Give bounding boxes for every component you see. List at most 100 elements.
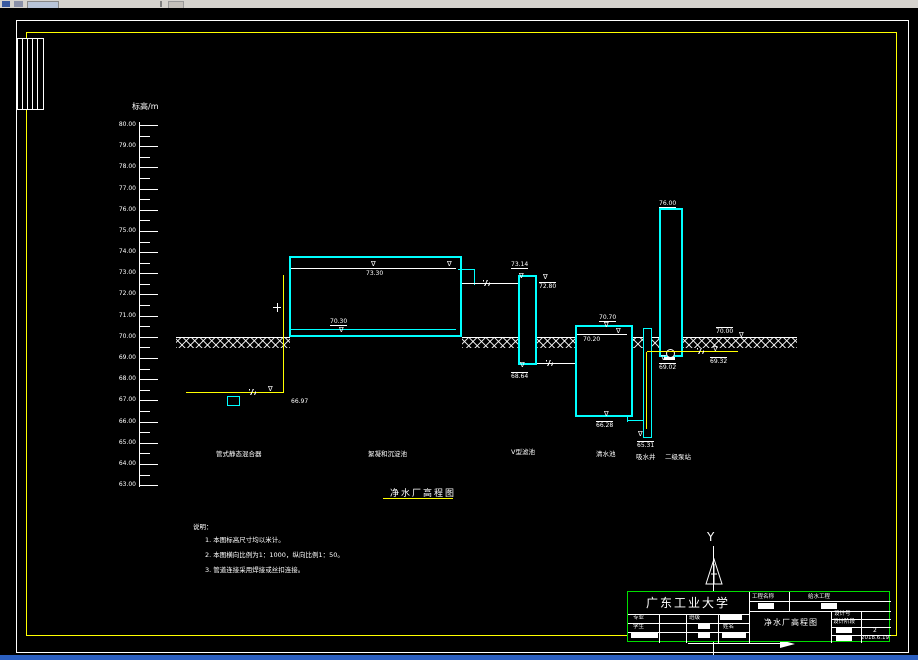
title-block-line [718,614,719,643]
filter-water-elevation-label: 73.14 [511,261,529,269]
title-block-line [749,611,891,612]
toolbar-icon[interactable] [14,1,23,7]
toolbar-icon[interactable] [2,1,10,7]
axis-minor-tick [139,156,150,158]
axis-tick-label: 80.00 [118,121,136,128]
axis-tick-label: 72.00 [118,290,136,298]
ucs-x-axis-line [688,643,783,644]
axis-tick-label: 68.00 [118,375,136,383]
title-block-line [789,592,790,611]
axis-tick-label: 71.00 [118,311,136,319]
pipe-fitting [277,303,278,312]
level-triangle-icon: ∇ [268,385,273,393]
unit-label-mixer: 管式静态混合器 [216,450,262,458]
axis-major-tick [139,230,158,232]
axis-major-tick [139,125,158,126]
axis-major-tick [139,421,158,423]
redacted-value [821,603,837,609]
ground-hatch [462,337,518,348]
toolbar-separator [160,1,162,7]
axis-major-tick [139,273,158,275]
date-value: 2018.6.19 [861,635,889,641]
axis-title: 标高/m [132,102,159,111]
axis-tick-label: 79.00 [118,142,136,150]
axis-major-tick [139,485,158,487]
axis-minor-tick [139,368,150,370]
ground-hatch [633,337,643,348]
axis-tick-label: 75.00 [118,226,136,234]
suction-pipe[interactable] [646,352,647,429]
ucs-y-label: Y [707,530,715,544]
axis-minor-tick [139,220,150,222]
axis-tick-label: 73.00 [118,269,136,277]
level-triangle-icon: ∇ [713,345,718,353]
level-triangle-icon: ∇ [604,321,609,329]
water-level-icon: ∇ [447,260,452,268]
axis-major-tick [139,379,158,381]
axis-minor-tick [139,135,150,137]
title-block-line [659,614,660,643]
cad-canvas[interactable]: 标高/m 80.00 79.00 78.00 77.00 76.00 75.00 74.00… [0,8,918,655]
title-block-line [749,601,891,602]
axis-major-tick [139,252,158,254]
well-bottom-elevation-label: 65.31 [637,441,655,449]
axis-major-tick [139,358,158,359]
v-filter-tank[interactable] [518,275,537,365]
ground-hatch [537,337,575,348]
axis-tick-label: 66.00 [118,417,136,425]
axis-major-tick [139,400,158,402]
axis-minor-tick [139,453,150,455]
axis-minor-tick [139,305,150,306]
water-surface-line [291,268,456,269]
note-line: 1. 本图标高尺寸均以米计。 [205,536,285,544]
axis-major-tick [139,315,158,317]
axis-minor-tick [139,474,150,476]
axis-minor-tick [139,410,150,412]
field-name-label: 姓名 [723,624,735,630]
unit-label-suction-well: 吸水井 [636,453,656,461]
level-triangle-icon: ∇ [520,361,525,369]
tank-bottom-elevation-label: 66.28 [596,421,614,429]
pipe-break-icon [249,389,256,395]
water-level-icon: ∇ [616,327,621,335]
figure-title-underline [383,498,453,499]
water-level-icon: ∇ [543,273,548,281]
water-elevation-label: 70.20 [583,336,601,343]
tank-step [627,420,644,421]
weir-channel [458,269,474,270]
pipe-break-icon [483,280,490,286]
axis-minor-tick [139,347,150,349]
pump-station-tower[interactable] [659,208,683,357]
redacted-value [836,628,852,633]
discharge-pipe[interactable] [647,351,738,352]
channel-water-line [462,283,518,284]
axis-tick-label: 76.00 [118,205,136,213]
filter-bottom-elevation-label: 68.64 [511,372,529,380]
ucs-arrow-icon [705,558,723,585]
redacted-value [720,615,742,620]
filter-outlet-pipe[interactable] [537,363,575,364]
ground-hatch [176,337,290,348]
axis-minor-tick [139,241,150,243]
axis-major-tick [139,167,158,169]
raw-water-riser-pipe[interactable] [283,275,284,393]
suction-well[interactable] [643,328,652,438]
axis-tick-label: 77.00 [118,184,136,192]
window-border-bottom [0,655,918,660]
axis-minor-tick [139,199,150,201]
design-stage-label: 设计阶段 [833,619,856,625]
tower-top-elevation-label: 76.00 [659,200,677,208]
unit-label-clear-tank: 清水池 [596,450,616,458]
axis-minor-tick [139,389,150,391]
field-major-label: 专业 [633,615,645,621]
field-class-label: 班级 [689,615,701,621]
water-level-icon: ∇ [371,260,376,268]
ground-elevation-label: 70.00 [716,327,734,335]
axis-major-tick [139,146,158,148]
axis-tick-label: 67.00 [118,396,136,404]
axis-tick-label: 64.00 [118,459,136,467]
static-mixer-symbol[interactable] [227,396,240,406]
water-level-icon: ∇ [519,272,524,280]
unit-label-sedimentation: 絮凝和沉淀池 [368,450,407,458]
axis-minor-tick [139,283,150,285]
